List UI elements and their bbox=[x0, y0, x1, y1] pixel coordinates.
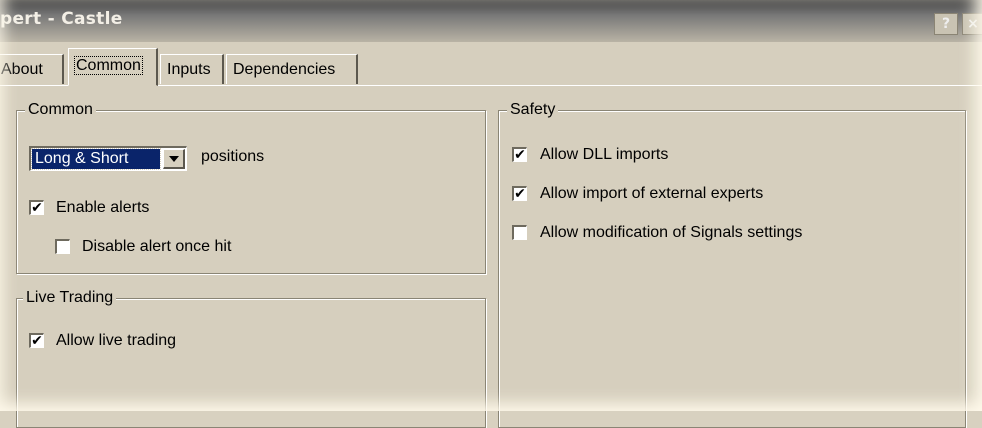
title-bar[interactable]: pert - Castle ? × bbox=[0, 0, 982, 42]
allow-live-label[interactable]: Allow live trading bbox=[56, 331, 176, 351]
tab-common[interactable]: Common bbox=[68, 48, 158, 86]
enable-alerts-label[interactable]: Enable alerts bbox=[56, 198, 149, 218]
tab-about[interactable]: About bbox=[0, 54, 64, 84]
check-icon: ✔ bbox=[31, 333, 43, 349]
tab-common-label: Common bbox=[74, 56, 143, 75]
allow-live-checkbox[interactable]: ✔ bbox=[29, 333, 44, 348]
safety-group-title: Safety bbox=[507, 100, 559, 120]
allow-dll-checkbox[interactable]: ✔ bbox=[512, 147, 527, 162]
tab-inputs-label: Inputs bbox=[167, 61, 211, 78]
tab-dependencies-label: Dependencies bbox=[233, 61, 336, 78]
tab-dependencies[interactable]: Dependencies bbox=[226, 54, 358, 84]
common-group-title: Common bbox=[25, 100, 96, 120]
allow-signals-label[interactable]: Allow modification of Signals settings bbox=[540, 223, 802, 243]
chevron-down-icon[interactable] bbox=[163, 149, 185, 169]
tab-inputs[interactable]: Inputs bbox=[160, 54, 224, 84]
disable-alert-checkbox[interactable] bbox=[55, 239, 70, 254]
help-button[interactable]: ? bbox=[934, 13, 958, 35]
close-button[interactable]: × bbox=[962, 13, 982, 35]
check-icon: ✔ bbox=[514, 147, 526, 163]
disable-alert-label[interactable]: Disable alert once hit bbox=[82, 237, 231, 257]
positions-select[interactable]: Long & Short bbox=[29, 146, 187, 171]
window-title: pert - Castle bbox=[0, 9, 123, 29]
check-icon: ✔ bbox=[31, 200, 43, 216]
allow-signals-checkbox[interactable] bbox=[512, 225, 527, 240]
allow-external-checkbox[interactable]: ✔ bbox=[512, 186, 527, 201]
allow-dll-label[interactable]: Allow DLL imports bbox=[540, 145, 668, 165]
enable-alerts-checkbox[interactable]: ✔ bbox=[29, 200, 44, 215]
positions-select-value: Long & Short bbox=[31, 148, 161, 170]
positions-label: positions bbox=[201, 148, 265, 165]
live-trading-group-title: Live Trading bbox=[23, 288, 117, 308]
tab-about-label: About bbox=[1, 61, 43, 78]
live-trading-groupbox: Live Trading bbox=[16, 288, 486, 428]
dialog-body: About Common Inputs Dependencies Common … bbox=[0, 42, 982, 428]
check-icon: ✔ bbox=[514, 186, 526, 202]
allow-external-label[interactable]: Allow import of external experts bbox=[540, 184, 763, 204]
